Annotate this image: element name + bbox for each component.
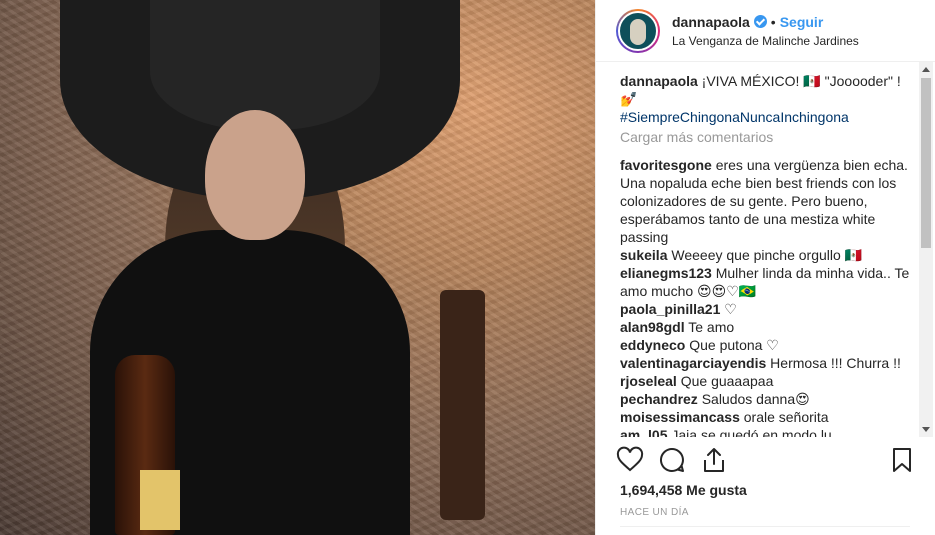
comment-username[interactable]: paola_pinilla21 [620, 301, 720, 317]
comment-item: rjoseleal Que guaaapaa [620, 372, 910, 390]
action-bar [616, 444, 916, 476]
comment-text: Saludos danna😍 [697, 391, 810, 407]
header-line: dannapaola • Seguir [672, 14, 859, 30]
photo-bottle-label [140, 470, 180, 530]
share-icon[interactable] [700, 446, 728, 474]
comment-item: am_l05 Jaja se quedó en modo lu... [620, 426, 910, 437]
comment-item: moisessimancass orale señorita [620, 408, 910, 426]
comment-text: Hermosa !!! Churra !! [766, 355, 901, 371]
avatar-image [618, 10, 658, 51]
header-text: dannapaola • Seguir La Venganza de Malin… [672, 14, 859, 48]
bookmark-icon[interactable] [888, 446, 916, 474]
post-header: dannapaola • Seguir La Venganza de Malin… [596, 0, 935, 62]
follow-button[interactable]: Seguir [780, 14, 824, 30]
photo-face [205, 110, 305, 240]
comment-item: valentinagarciayendis Hermosa !!! Churra… [620, 354, 910, 372]
comments-list[interactable]: dannapaola ¡VIVA MÉXICO! 🇲🇽 "Jooooder" !… [596, 62, 935, 437]
username-link[interactable]: dannapaola [672, 14, 750, 30]
comment-text: orale señorita [739, 409, 829, 425]
caption-username[interactable]: dannapaola [620, 73, 698, 89]
comment-item: paola_pinilla21 ♡ [620, 300, 910, 318]
comment-username[interactable]: favoritesgone [620, 157, 712, 173]
caption: dannapaola ¡VIVA MÉXICO! 🇲🇽 "Jooooder" !… [620, 72, 910, 126]
comment-item: elianegms123 Mulher linda da minha vida.… [620, 264, 910, 300]
post-panel: dannapaola • Seguir La Venganza de Malin… [595, 0, 935, 535]
comment-text: Te amo [684, 319, 735, 335]
comment-username[interactable]: rjoseleal [620, 373, 677, 389]
separator-dot: • [770, 13, 776, 30]
comment-item: pechandrez Saludos danna😍 [620, 390, 910, 408]
comment-item: eddyneco Que putona ♡ [620, 336, 910, 354]
comment-item: alan98gdl Te amo [620, 318, 910, 336]
comment-icon[interactable] [658, 446, 686, 474]
load-more-comments-button[interactable]: Cargar más comentarios [620, 128, 910, 146]
photo-chair [440, 290, 485, 520]
comment-text: Weeeey que pinche orgullo 🇲🇽 [667, 247, 863, 263]
divider [620, 526, 910, 527]
location-link[interactable]: La Venganza de Malinche Jardines [672, 34, 859, 48]
hashtag-link[interactable]: #SiempreChingonaNuncaInchingona [620, 108, 910, 126]
comment-text: ♡ [720, 301, 737, 317]
comment-username[interactable]: eddyneco [620, 337, 685, 353]
comment-username[interactable]: moisessimancass [620, 409, 740, 425]
comment-username[interactable]: am_l05 [620, 427, 667, 437]
comment-text: Jaja se quedó en modo lu... [667, 427, 844, 437]
comment-text: Que putona ♡ [685, 337, 779, 353]
comment-username[interactable]: elianegms123 [620, 265, 712, 281]
comment-username[interactable]: pechandrez [620, 391, 698, 407]
scroll-down-icon[interactable] [922, 427, 930, 432]
verified-badge-icon [753, 15, 767, 28]
comments-scrollbar[interactable] [919, 62, 933, 437]
post-photo[interactable] [0, 0, 595, 535]
comment-username[interactable]: valentinagarciayendis [620, 355, 766, 371]
comment-username[interactable]: sukeila [620, 247, 667, 263]
comments-content: dannapaola ¡VIVA MÉXICO! 🇲🇽 "Jooooder" !… [620, 72, 910, 437]
heart-icon[interactable] [616, 446, 644, 474]
avatar[interactable] [616, 8, 660, 53]
post-timestamp[interactable]: HACE UN DÍA [620, 507, 689, 518]
comment-item: sukeila Weeeey que pinche orgullo 🇲🇽 [620, 246, 910, 264]
scroll-thumb[interactable] [921, 78, 931, 248]
scroll-up-icon[interactable] [922, 67, 930, 72]
comment-item: favoritesgone eres una vergüenza bien ec… [620, 156, 910, 246]
comment-text: Que guaaapaa [676, 373, 774, 389]
comment-username[interactable]: alan98gdl [620, 319, 685, 335]
likes-count[interactable]: 1,694,458 Me gusta [620, 482, 747, 498]
